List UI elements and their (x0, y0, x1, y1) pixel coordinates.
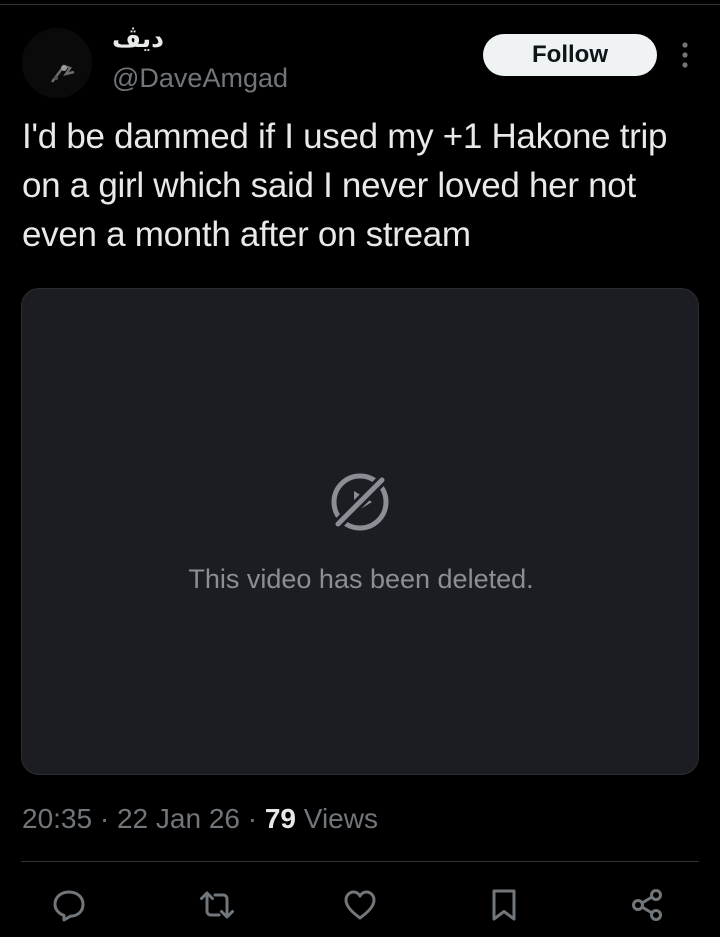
follow-button[interactable]: Follow (483, 34, 657, 76)
heart-icon[interactable] (342, 887, 378, 923)
separator: · (239, 803, 265, 834)
avatar[interactable] (22, 28, 92, 98)
share-icon[interactable] (629, 887, 665, 923)
bookmark-icon[interactable] (486, 887, 522, 923)
deleted-message: This video has been deleted. (188, 564, 534, 594)
tweet-meta: 20:35 · 22 Jan 26 · 79 Views (22, 803, 378, 835)
avatar-image (22, 28, 92, 98)
top-divider (0, 0, 720, 5)
views-count[interactable]: 79 (265, 803, 296, 834)
more-vertical-icon[interactable] (676, 40, 694, 70)
separator: · (92, 803, 117, 834)
tweet-date[interactable]: 22 Jan 26 (117, 803, 240, 834)
user-handle[interactable]: @DaveAmgad (112, 63, 288, 94)
views-label: Views (296, 803, 378, 834)
divider (21, 861, 699, 862)
video-deleted-icon (328, 470, 392, 534)
reply-icon[interactable] (51, 887, 87, 923)
display-name[interactable]: ديڤ (112, 24, 164, 53)
retweet-icon[interactable] (199, 887, 235, 923)
tweet-time[interactable]: 20:35 (22, 803, 92, 834)
tweet-text: I'd be dammed if I used my +1 Hakone tri… (22, 117, 668, 254)
media-placeholder: This video has been deleted. (21, 288, 699, 775)
